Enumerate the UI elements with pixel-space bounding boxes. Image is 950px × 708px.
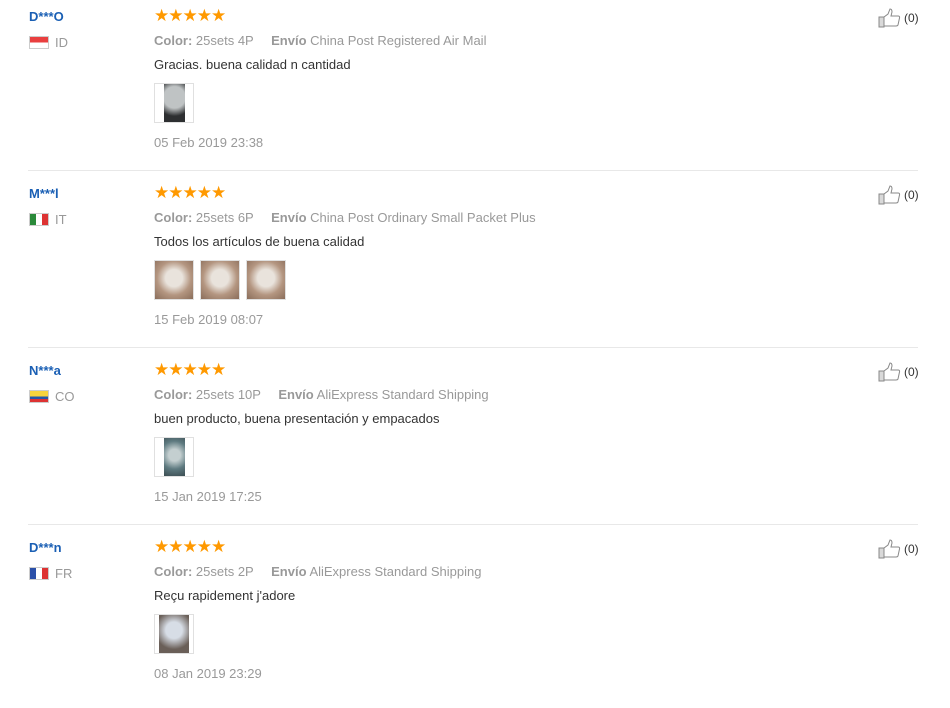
review-body: ★★★★★ Color: 25sets 2P Envío AliExpress … [154, 538, 481, 682]
color-label: Color: [154, 387, 193, 402]
flag-co-icon [29, 390, 49, 403]
reviewer-name[interactable]: M***l [29, 186, 67, 201]
helpful-button[interactable]: (0) [878, 539, 919, 559]
review-item: D***n FR ★★★★★ Color: 25sets 2P Envío Al… [0, 531, 950, 708]
shipping-value: AliExpress Standard Shipping [316, 387, 489, 402]
review-photo-thumbnail[interactable] [154, 260, 194, 300]
thumbs-up-icon [878, 539, 901, 559]
reviewer-country: CO [29, 389, 75, 404]
review-body: ★★★★★ Color: 25sets 10P Envío AliExpress… [154, 361, 489, 505]
reviewer-info: D***O ID [29, 9, 68, 50]
star-rating: ★★★★★ [154, 537, 226, 556]
review-date: 15 Feb 2019 08:07 [154, 312, 264, 327]
color-value: 25sets 6P [195, 210, 254, 225]
reviewer-name[interactable]: D***n [29, 540, 72, 555]
review-date: 15 Jan 2019 17:25 [154, 489, 262, 504]
country-code: CO [55, 389, 75, 404]
review-item: M***l IT ★★★★★ Color: 25sets 6P Envío Ch… [0, 177, 950, 354]
review-item: N***a CO ★★★★★ Color: 25sets 10P Envío A… [0, 354, 950, 531]
review-photo-thumbnail[interactable] [246, 260, 286, 300]
shipping-value: China Post Ordinary Small Packet Plus [310, 210, 536, 225]
flag-it-icon [29, 213, 49, 226]
reviewer-info: M***l IT [29, 186, 67, 227]
reviewer-name[interactable]: D***O [29, 9, 68, 24]
helpful-button[interactable]: (0) [878, 8, 919, 28]
review-photo-thumbnail[interactable] [154, 614, 194, 654]
review-photo-thumbnail[interactable] [200, 260, 240, 300]
reviewer-info: D***n FR [29, 540, 72, 581]
review-photos [154, 83, 486, 123]
review-text: Reçu rapidement j'adore [154, 588, 296, 603]
order-info: Color: 25sets 4P Envío China Post Regist… [154, 33, 486, 49]
helpful-button[interactable]: (0) [878, 362, 919, 382]
review-photos [154, 437, 489, 477]
review-body: ★★★★★ Color: 25sets 6P Envío China Post … [154, 184, 536, 328]
reviewer-country: FR [29, 566, 72, 581]
helpful-count: (0) [904, 11, 919, 25]
review-item: D***O ID ★★★★★ Color: 25sets 4P Envío Ch… [0, 0, 950, 177]
review-photo-thumbnail[interactable] [154, 83, 194, 123]
reviewer-country: ID [29, 35, 68, 50]
country-code: FR [55, 566, 73, 581]
review-photos [154, 614, 481, 654]
review-divider [28, 170, 918, 171]
order-info: Color: 25sets 2P Envío AliExpress Standa… [154, 564, 481, 580]
reviewer-country: IT [29, 212, 67, 227]
review-text: Gracias. buena calidad n cantidad [154, 57, 351, 72]
country-code: IT [55, 212, 67, 227]
review-list: D***O ID ★★★★★ Color: 25sets 4P Envío Ch… [0, 0, 950, 690]
helpful-count: (0) [904, 542, 919, 556]
helpful-button[interactable]: (0) [878, 185, 919, 205]
thumbs-up-icon [878, 8, 901, 28]
helpful-count: (0) [904, 365, 919, 379]
review-date: 08 Jan 2019 23:29 [154, 666, 262, 681]
reviewer-info: N***a CO [29, 363, 75, 404]
order-info: Color: 25sets 6P Envío China Post Ordina… [154, 210, 536, 226]
flag-fr-icon [29, 567, 49, 580]
review-photos [154, 260, 536, 300]
review-divider [28, 347, 918, 348]
review-text: Todos los artículos de buena calidad [154, 234, 365, 249]
shipping-label: Envío [271, 564, 307, 579]
shipping-label: Envío [271, 210, 307, 225]
star-rating: ★★★★★ [154, 6, 226, 25]
helpful-count: (0) [904, 188, 919, 202]
review-body: ★★★★★ Color: 25sets 4P Envío China Post … [154, 7, 486, 151]
order-info: Color: 25sets 10P Envío AliExpress Stand… [154, 387, 489, 403]
flag-id-icon [29, 36, 49, 49]
thumbs-up-icon [878, 185, 901, 205]
color-label: Color: [154, 33, 193, 48]
country-code: ID [55, 35, 68, 50]
shipping-label: Envío [278, 387, 314, 402]
color-label: Color: [154, 564, 193, 579]
review-divider [28, 524, 918, 525]
star-rating: ★★★★★ [154, 360, 226, 379]
shipping-value: AliExpress Standard Shipping [309, 564, 482, 579]
color-label: Color: [154, 210, 193, 225]
shipping-value: China Post Registered Air Mail [310, 33, 487, 48]
star-rating: ★★★★★ [154, 183, 226, 202]
shipping-label: Envío [271, 33, 307, 48]
color-value: 25sets 2P [195, 564, 254, 579]
review-text: buen producto, buena presentación y empa… [154, 411, 440, 426]
review-photo-thumbnail[interactable] [154, 437, 194, 477]
color-value: 25sets 4P [195, 33, 254, 48]
review-date: 05 Feb 2019 23:38 [154, 135, 264, 150]
thumbs-up-icon [878, 362, 901, 382]
reviewer-name[interactable]: N***a [29, 363, 75, 378]
color-value: 25sets 10P [195, 387, 261, 402]
